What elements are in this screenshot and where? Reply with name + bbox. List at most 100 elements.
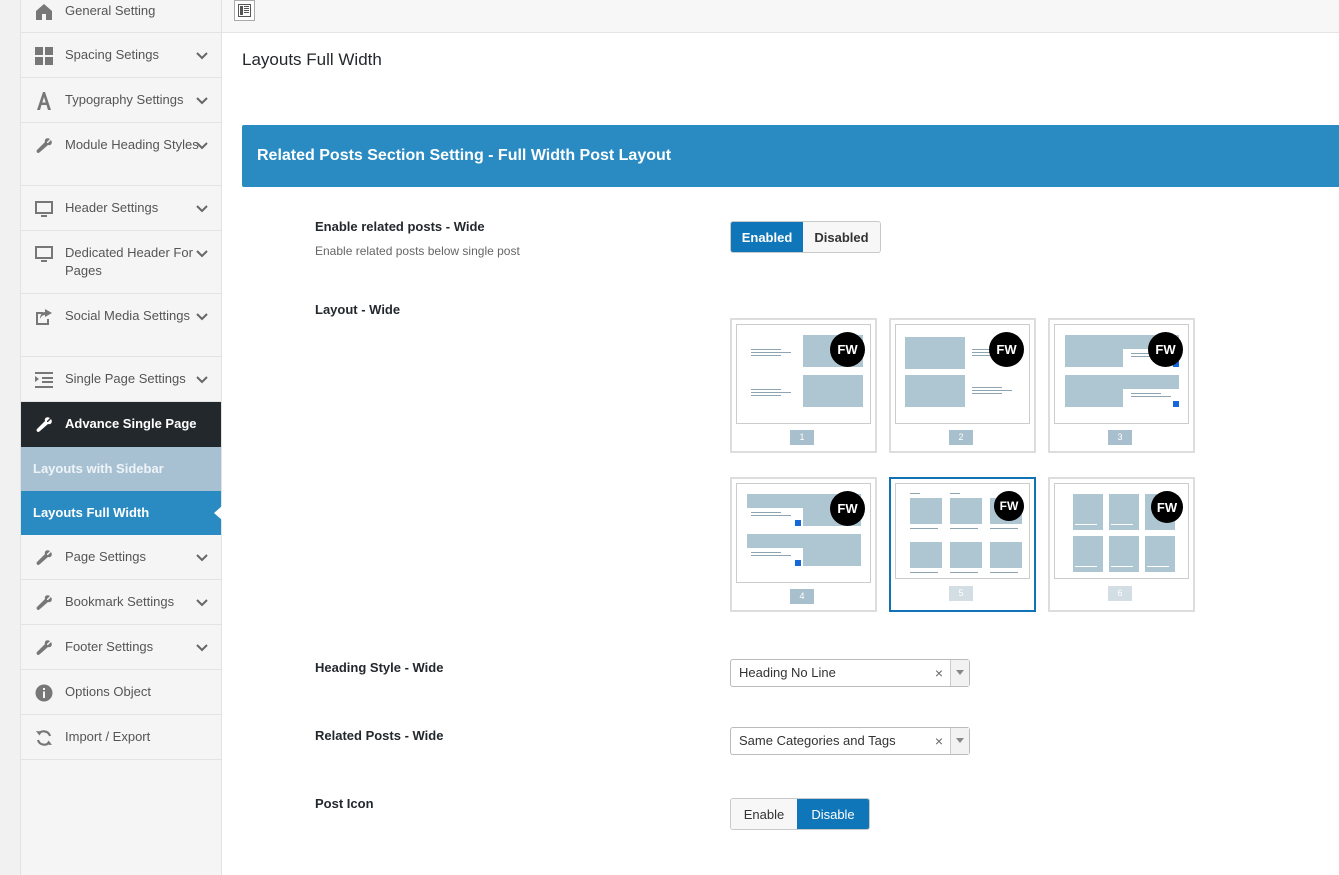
enable-related-desc: Enable related posts below single post (315, 244, 520, 258)
home-icon (34, 2, 54, 22)
sidebar-item-label: Spacing Setings (65, 47, 159, 62)
layout-option-5[interactable]: FW 5 (889, 477, 1036, 612)
chevron-down-icon (196, 142, 208, 150)
share-icon (34, 307, 54, 327)
enable-related-toggle: Enabled Disabled (730, 221, 881, 253)
sidebar-item-advance-single-page[interactable]: Advance Single Page (21, 402, 221, 447)
chevron-down-icon (196, 644, 208, 652)
monitor-icon (34, 199, 54, 219)
grid-icon (34, 46, 54, 66)
layout-thumbnail: FW (736, 324, 871, 424)
layout-thumbnail: FW (1054, 483, 1189, 579)
sidebar-subitem-layouts-sidebar[interactable]: Layouts with Sidebar (21, 447, 221, 491)
sidebar-item-social-media[interactable]: Social Media Settings (21, 294, 221, 357)
sidebar-item-general-setting[interactable]: General Setting (21, 0, 221, 33)
related-posts-label: Related Posts - Wide (315, 728, 444, 743)
chevron-down-icon (196, 250, 208, 258)
sidebar-item-dedicated-header[interactable]: Dedicated Header For Pages (21, 231, 221, 294)
sidebar-item-label: Footer Settings (65, 639, 154, 654)
sidebar-item-label: Single Page Settings (65, 371, 186, 386)
clear-icon[interactable]: × (935, 660, 943, 686)
enable-button[interactable]: Enable (731, 799, 797, 829)
sidebar-item-spacing[interactable]: Spacing Setings (21, 33, 221, 78)
layout-thumbnail: FW (1054, 324, 1189, 424)
sidebar-item-footer-settings[interactable]: Footer Settings (21, 625, 221, 670)
heading-style-value: Heading No Line (739, 665, 836, 680)
sidebar-item-label: Bookmark Settings (65, 594, 175, 609)
wrench-icon (34, 593, 54, 613)
layout-number: 5 (949, 586, 973, 601)
layout-option-2[interactable]: FW 2 (889, 318, 1036, 453)
section-header: Related Posts Section Setting - Full Wid… (242, 125, 1339, 187)
fw-badge: FW (1148, 332, 1183, 367)
layout-thumbnail: FW (895, 483, 1030, 579)
chevron-down-icon (196, 97, 208, 105)
layout-option-3[interactable]: FW 3 (1048, 318, 1195, 453)
layout-option-1[interactable]: FW 1 (730, 318, 877, 453)
heading-style-select[interactable]: Heading No Line × (730, 659, 970, 687)
layout-number: 1 (790, 430, 814, 445)
monitor-icon (34, 244, 54, 264)
chevron-down-icon (196, 554, 208, 562)
top-toolbar (222, 0, 1339, 33)
sidebar-item-page-settings[interactable]: Page Settings (21, 535, 221, 580)
fw-badge: FW (830, 332, 865, 367)
sidebar-item-bookmark-settings[interactable]: Bookmark Settings (21, 580, 221, 625)
chevron-down-icon (196, 376, 208, 384)
sidebar-item-typography[interactable]: Typography Settings (21, 78, 221, 123)
sidebar-item-single-page[interactable]: Single Page Settings (21, 357, 221, 402)
dropdown-arrow-icon[interactable] (950, 660, 969, 686)
related-posts-value: Same Categories and Tags (739, 733, 896, 748)
sidebar-item-label: Dedicated Header For Pages (65, 245, 193, 278)
wrench-icon (34, 548, 54, 568)
enabled-button[interactable]: Enabled (731, 222, 803, 252)
refresh-icon (34, 728, 54, 748)
fw-badge: FW (994, 491, 1024, 521)
main-content: Layouts Full Width Related Posts Section… (222, 0, 1339, 875)
sidebar-item-label: Module Heading Styles (65, 137, 199, 152)
sidebar-item-label: Page Settings (65, 549, 146, 564)
layout-thumbnail: FW (895, 324, 1030, 424)
post-icon-toggle: Enable Disable (730, 798, 870, 830)
sidebar-item-label: General Setting (65, 3, 156, 18)
post-icon-label: Post Icon (315, 796, 374, 811)
indent-icon (34, 370, 54, 390)
heading-style-label: Heading Style - Wide (315, 660, 444, 675)
sidebar-item-label: Advance Single Page (65, 416, 197, 431)
fw-badge: FW (1151, 491, 1183, 523)
page-title: Layouts Full Width (242, 50, 382, 69)
enable-related-label: Enable related posts - Wide (315, 219, 485, 234)
sidebar-item-module-heading[interactable]: Module Heading Styles (21, 123, 221, 186)
layout-option-4[interactable]: FW 4 (730, 477, 877, 612)
info-icon (34, 683, 54, 703)
clear-icon[interactable]: × (935, 728, 943, 754)
fw-badge: FW (830, 491, 865, 526)
layout-number: 4 (790, 589, 814, 604)
typography-icon (34, 91, 54, 111)
fw-badge: FW (989, 332, 1024, 367)
chevron-down-icon (196, 599, 208, 607)
sidebar-item-label: Typography Settings (65, 92, 184, 107)
disabled-button[interactable]: Disabled (803, 222, 880, 252)
sidebar-item-import-export[interactable]: Import / Export (21, 715, 221, 760)
chevron-down-icon (196, 205, 208, 213)
sidebar-item-label: Options Object (65, 684, 151, 699)
sidebar-subitem-layouts-full-width[interactable]: Layouts Full Width (21, 491, 222, 535)
panel-toggle-icon[interactable] (234, 0, 255, 21)
sidebar-item-label: Import / Export (65, 729, 151, 744)
sidebar-item-header-settings[interactable]: Header Settings (21, 186, 221, 231)
wrench-icon (34, 638, 54, 658)
layout-label: Layout - Wide (315, 302, 401, 317)
dropdown-arrow-icon[interactable] (950, 728, 969, 754)
layout-number: 3 (1108, 430, 1132, 445)
disable-button[interactable]: Disable (797, 799, 869, 829)
chevron-down-icon (196, 52, 208, 60)
chevron-down-icon (196, 313, 208, 321)
sidebar-item-options-object[interactable]: Options Object (21, 670, 221, 715)
layout-number: 2 (949, 430, 973, 445)
layout-option-6[interactable]: FW 6 (1048, 477, 1195, 612)
wrench-icon (34, 136, 54, 156)
related-posts-select[interactable]: Same Categories and Tags × (730, 727, 970, 755)
sidebar: General Setting Spacing Setings Typograp… (20, 0, 222, 875)
sidebar-item-label: Social Media Settings (65, 308, 191, 323)
